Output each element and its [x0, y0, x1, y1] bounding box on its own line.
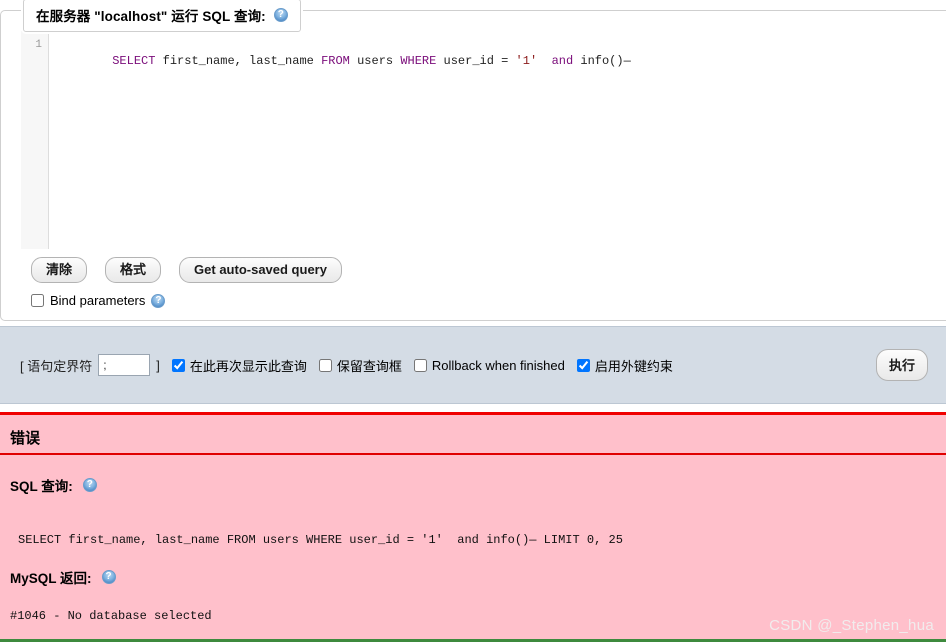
- go-button-wrap: 执行: [875, 349, 946, 381]
- retain-query-box-label: 保留查询框: [336, 358, 402, 374]
- help-icon[interactable]: [151, 293, 166, 308]
- editor-code-area[interactable]: SELECT first_name, last_name FROM users …: [49, 31, 946, 249]
- mysql-return-label: MySQL 返回:: [10, 571, 92, 586]
- sql-editor[interactable]: 1 SELECT first_name, last_name FROM user…: [21, 31, 946, 249]
- delimiter-group: [ 语句定界符 ]: [20, 354, 160, 376]
- checkbox-retain-query-box[interactable]: 保留查询框: [318, 356, 402, 375]
- error-title-rule: [0, 453, 946, 455]
- show-query-again-label: 在此再次显示此查询: [189, 358, 307, 374]
- delimiter-open-bracket: [ 语句定界符: [20, 358, 93, 374]
- retain-query-box-checkbox[interactable]: [318, 358, 332, 372]
- bind-parameters-checkbox[interactable]: [31, 294, 44, 307]
- mysql-return-section-label: MySQL 返回:: [10, 567, 946, 587]
- help-icon[interactable]: [101, 570, 116, 584]
- checkbox-rollback-when-finished[interactable]: Rollback when finished: [413, 357, 565, 373]
- help-icon[interactable]: [82, 478, 97, 492]
- error-title: 错误: [10, 430, 41, 447]
- sql-query-section-label: SQL 查询:: [10, 475, 946, 495]
- delimiter-input[interactable]: [98, 354, 151, 376]
- checkbox-show-query-again[interactable]: 在此再次显示此查询: [171, 356, 307, 375]
- checkbox-enable-foreign-key-checks[interactable]: 启用外键约束: [576, 356, 673, 375]
- get-auto-saved-query-button[interactable]: Get auto-saved query: [179, 257, 342, 283]
- rollback-when-finished-checkbox[interactable]: [413, 358, 427, 372]
- editor-line-number: 1: [35, 39, 42, 51]
- editor-gutter: 1: [21, 31, 49, 249]
- query-options-inner: [ 语句定界符 ] 在此再次显示此查询 保留查询框 Rollback when …: [0, 354, 876, 376]
- editor-button-row: 清除 格式 Get auto-saved query: [1, 249, 946, 283]
- sql-query-label: SQL 查询:: [10, 479, 73, 494]
- bind-parameters-label: Bind parameters: [50, 293, 146, 308]
- panel-legend-title: 在服务器 "localhost" 运行 SQL 查询:: [36, 9, 266, 24]
- enable-foreign-key-checks-label: 启用外键约束: [594, 358, 673, 374]
- sql-query-panel: 在服务器 "localhost" 运行 SQL 查询: 1 SELECT fir…: [0, 0, 946, 321]
- delimiter-close-bracket: ]: [156, 357, 160, 373]
- sql-query-text: SELECT first_name, last_name FROM users …: [112, 54, 631, 68]
- go-button[interactable]: 执行: [875, 349, 928, 381]
- clear-button[interactable]: 清除: [31, 257, 88, 283]
- error-sql-query-text: SELECT first_name, last_name FROM users …: [18, 533, 623, 547]
- watermark: CSDN @_Stephen_hua: [769, 617, 934, 634]
- format-button[interactable]: 格式: [105, 257, 162, 283]
- rollback-when-finished-label: Rollback when finished: [431, 357, 565, 373]
- query-options-bar: [ 语句定界符 ] 在此再次显示此查询 保留查询框 Rollback when …: [0, 326, 946, 404]
- help-icon[interactable]: [273, 8, 288, 22]
- bind-parameters-row: Bind parameters: [1, 283, 946, 320]
- error-panel: 错误 SQL 查询: SELECT first_name, last_name …: [0, 412, 946, 642]
- show-query-again-checkbox[interactable]: [171, 358, 185, 372]
- panel-legend: 在服务器 "localhost" 运行 SQL 查询:: [23, 0, 301, 32]
- enable-foreign-key-checks-checkbox[interactable]: [576, 358, 590, 372]
